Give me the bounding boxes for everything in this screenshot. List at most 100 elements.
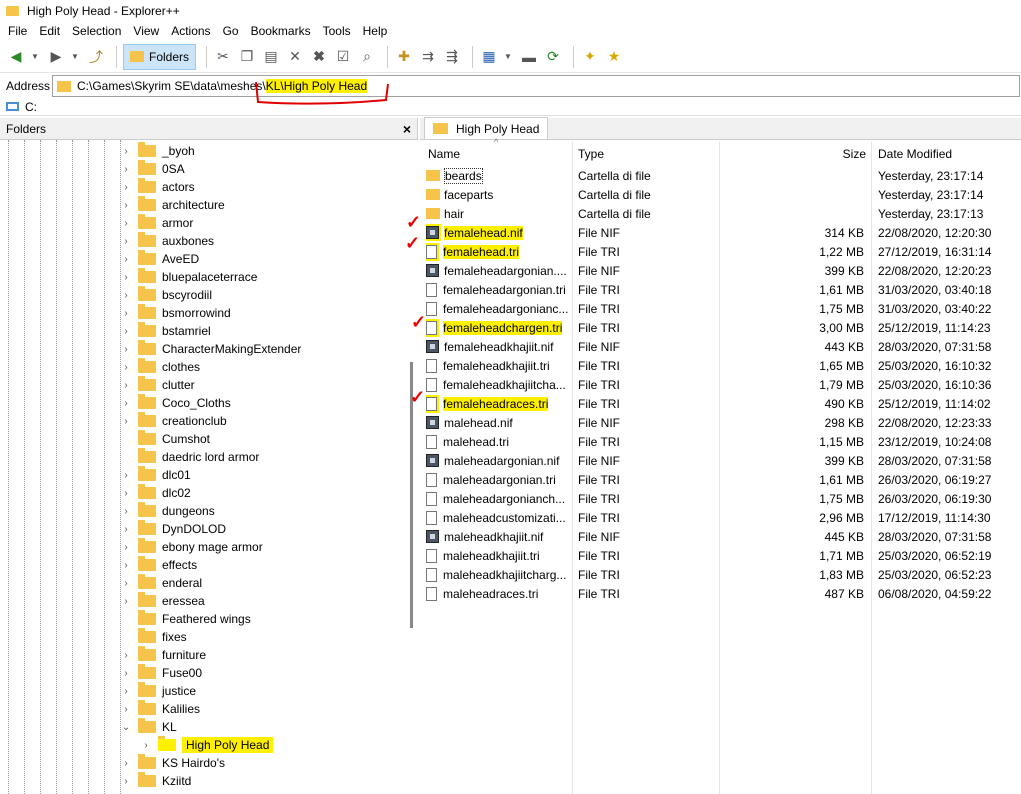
tree-item[interactable]: › auxbones	[120, 232, 214, 250]
tree-item[interactable]: › AveED	[120, 250, 199, 268]
column-type[interactable]: Type	[578, 142, 718, 165]
tree-item[interactable]: › enderal	[120, 574, 202, 592]
add-bookmark-icon[interactable]: ✦	[580, 47, 600, 67]
expand-arrow-icon[interactable]: ›	[120, 380, 132, 391]
file-row[interactable]: femaleheadraces.tri File TRI 490 KB 25/12/2…	[420, 394, 1021, 413]
expand-arrow-icon[interactable]: ›	[120, 542, 132, 553]
expand-arrow-icon[interactable]: ›	[120, 344, 132, 355]
tree-item[interactable]: › 0SA	[120, 160, 185, 178]
file-row[interactable]: hair Cartella di file Yesterday, 23:17:13	[420, 204, 1021, 223]
tree-item[interactable]: › Coco_Cloths	[120, 394, 231, 412]
bookmarks-star-icon[interactable]: ★	[604, 47, 624, 67]
expand-arrow-icon[interactable]: ›	[120, 596, 132, 607]
tree-item[interactable]: › effects	[120, 556, 197, 574]
file-row[interactable]: femaleheadargonianc... File TRI 1,75 MB 31/…	[420, 299, 1021, 318]
expand-arrow-icon[interactable]: ›	[120, 776, 132, 787]
menu-selection[interactable]: Selection	[66, 24, 127, 38]
close-icon[interactable]: ×	[403, 121, 411, 137]
file-row[interactable]: maleheadkhajiit.nif File NIF 445 KB 28/03/2…	[420, 527, 1021, 546]
tree-item[interactable]: Feathered wings	[120, 610, 251, 628]
tree-item[interactable]: daedric lord armor	[120, 448, 259, 466]
tree-item[interactable]: › dlc01	[120, 466, 191, 484]
chevron-down-icon[interactable]: ▼	[503, 47, 513, 67]
file-row[interactable]: femaleheadkhajiit.nif File NIF 443 KB 28/03…	[420, 337, 1021, 356]
expand-arrow-icon[interactable]: ›	[140, 740, 152, 751]
tree-item[interactable]: › _byoh	[120, 142, 195, 160]
file-row[interactable]: femalehead.tri File TRI 1,22 MB 27/12/2019,…	[420, 242, 1021, 261]
tab-high-poly-head[interactable]: High Poly Head	[424, 117, 549, 139]
expand-arrow-icon[interactable]: ›	[120, 182, 132, 193]
tree-item[interactable]: › DynDOLOD	[120, 520, 226, 538]
expand-arrow-icon[interactable]: ›	[120, 758, 132, 769]
delete-permanently-icon[interactable]: ✖	[309, 47, 329, 67]
expand-arrow-icon[interactable]: ›	[120, 524, 132, 535]
search-icon[interactable]: ⌕	[357, 47, 377, 67]
file-row[interactable]: femaleheadkhajiit.tri File TRI 1,65 MB 25/0…	[420, 356, 1021, 375]
copy-to-icon[interactable]: ⇉	[418, 47, 438, 67]
tree-item[interactable]: › High Poly Head	[140, 736, 274, 754]
new-folder-icon[interactable]: ✚	[394, 47, 414, 67]
file-row[interactable]: maleheadargonianch... File TRI 1,75 MB 26/0…	[420, 489, 1021, 508]
column-date[interactable]: Date Modified	[878, 142, 1018, 165]
file-row[interactable]: maleheadcustomizati... File TRI 2,96 MB 17/…	[420, 508, 1021, 527]
tree-item[interactable]: › ebony mage armor	[120, 538, 263, 556]
expand-arrow-icon[interactable]: ⌄	[120, 722, 132, 733]
expand-arrow-icon[interactable]: ›	[120, 470, 132, 481]
chevron-down-icon[interactable]: ▼	[70, 47, 80, 67]
tree-item[interactable]: fixes	[120, 628, 187, 646]
tree-item[interactable]: › bscyrodiil	[120, 286, 212, 304]
expand-arrow-icon[interactable]: ›	[120, 560, 132, 571]
expand-arrow-icon[interactable]: ›	[120, 164, 132, 175]
tree-item[interactable]: › Kalilies	[120, 700, 200, 718]
tree-item[interactable]: › clutter	[120, 376, 195, 394]
expand-arrow-icon[interactable]: ›	[120, 200, 132, 211]
file-row[interactable]: femaleheadkhajiitcha... File TRI 1,79 MB 25…	[420, 375, 1021, 394]
tree-item[interactable]: › Kziitd	[120, 772, 191, 790]
expand-arrow-icon[interactable]: ›	[120, 686, 132, 697]
menu-view[interactable]: View	[127, 24, 165, 38]
file-row[interactable]: malehead.nif File NIF 298 KB 22/08/2020, 12…	[420, 413, 1021, 432]
file-row[interactable]: femalehead.nif File NIF 314 KB 22/08/2020, …	[420, 223, 1021, 242]
menu-edit[interactable]: Edit	[33, 24, 66, 38]
expand-arrow-icon[interactable]: ›	[120, 398, 132, 409]
expand-arrow-icon[interactable]: ›	[120, 416, 132, 427]
file-row[interactable]: maleheadargonian.tri File TRI 1,61 MB 26/03…	[420, 470, 1021, 489]
move-to-icon[interactable]: ⇶	[442, 47, 462, 67]
tree-item[interactable]: › Fuse00	[120, 664, 202, 682]
menu-file[interactable]: File	[2, 24, 33, 38]
expand-arrow-icon[interactable]: ›	[120, 326, 132, 337]
tree-item[interactable]: › actors	[120, 178, 195, 196]
tree-item[interactable]: ⌄ KL	[120, 718, 177, 736]
expand-arrow-icon[interactable]: ›	[120, 362, 132, 373]
expand-arrow-icon[interactable]: ›	[120, 290, 132, 301]
tree-item[interactable]: › bstamriel	[120, 322, 211, 340]
tree-item[interactable]: › furniture	[120, 646, 206, 664]
command-prompt-icon[interactable]: ▬	[519, 47, 539, 67]
tree-item[interactable]: Cumshot	[120, 430, 210, 448]
drive-label[interactable]: C:	[25, 100, 37, 114]
views-icon[interactable]: ▦	[479, 47, 499, 67]
tree-item[interactable]: › bluepalaceterrace	[120, 268, 257, 286]
tree-item[interactable]: › creationclub	[120, 412, 227, 430]
tree-item[interactable]: › justice	[120, 682, 196, 700]
tree-item[interactable]: › armor	[120, 214, 193, 232]
file-row[interactable]: femaleheadargonian.tri File TRI 1,61 MB 31/…	[420, 280, 1021, 299]
file-row[interactable]: maleheadargonian.nif File NIF 399 KB 28/03/…	[420, 451, 1021, 470]
paste-icon[interactable]: ▤	[261, 47, 281, 67]
file-row[interactable]: malehead.tri File TRI 1,15 MB 23/12/2019, 1…	[420, 432, 1021, 451]
tree-item[interactable]: › CharacterMakingExtender	[120, 340, 301, 358]
tree-item[interactable]: › architecture	[120, 196, 225, 214]
column-name[interactable]: Name ^	[428, 137, 568, 165]
file-row[interactable]: faceparts Cartella di file Yesterday, 23:1…	[420, 185, 1021, 204]
expand-arrow-icon[interactable]: ›	[120, 650, 132, 661]
tree-item[interactable]: › dungeons	[120, 502, 215, 520]
file-row[interactable]: maleheadkhajiitcharg... File TRI 1,83 MB 25…	[420, 565, 1021, 584]
chevron-down-icon[interactable]: ▼	[30, 47, 40, 67]
refresh-icon[interactable]: ⟳	[543, 47, 563, 67]
tree-item[interactable]: › eressea	[120, 592, 205, 610]
expand-arrow-icon[interactable]: ›	[120, 704, 132, 715]
properties-icon[interactable]: ☑	[333, 47, 353, 67]
tree-item[interactable]: › dlc02	[120, 484, 191, 502]
file-row[interactable]: maleheadraces.tri File TRI 487 KB 06/08/202…	[420, 584, 1021, 603]
folders-button[interactable]: Folders	[123, 43, 197, 70]
